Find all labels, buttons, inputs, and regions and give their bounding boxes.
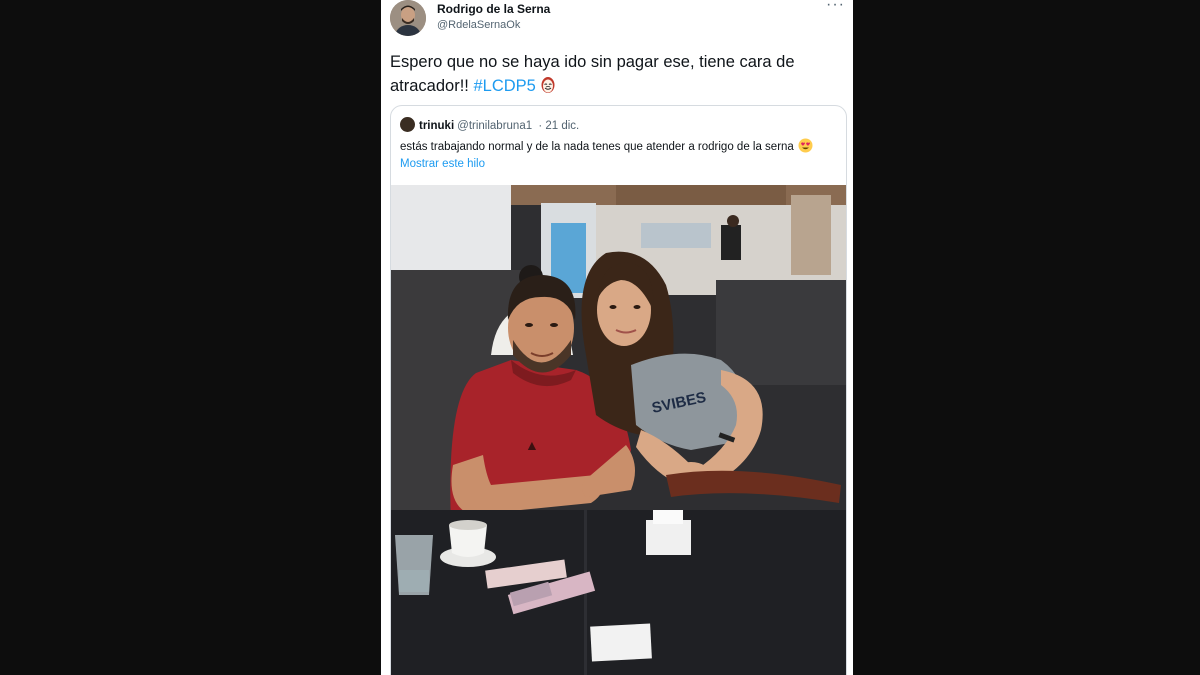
tweet-text-body: Espero que no se haya ido sin pagar ese,… [390, 53, 795, 95]
quoted-text-body: estás trabajando normal y de la nada ten… [400, 141, 794, 153]
more-options-icon[interactable]: ··· [826, 0, 845, 14]
quoted-author-name[interactable]: trinuki [419, 120, 454, 132]
money-heist-mask-icon [540, 76, 556, 94]
tweet-header: Rodrigo de la Serna @RdelaSernaOk ··· [390, 0, 845, 40]
shirt-print: ▲ [525, 437, 539, 453]
author-avatar[interactable] [390, 0, 426, 36]
author-handle[interactable]: @RdelaSernaOk [437, 19, 520, 31]
tweet-card[interactable]: Rodrigo de la Serna @RdelaSernaOk ··· Es… [381, 0, 853, 675]
cafe-photo[interactable]: ▲ SVIBES [391, 185, 846, 675]
quoted-tweet[interactable]: trinuki @trinilabruna1 · 21 dic. estás tr… [390, 105, 847, 675]
quoted-text: estás trabajando normal y de la nada ten… [400, 138, 840, 153]
quoted-date[interactable]: · 21 dic. [538, 120, 579, 132]
quoted-author-handle[interactable]: @trinilabruna1 [457, 120, 532, 132]
hashtag-link[interactable]: #LCDP5 [473, 77, 535, 95]
quoted-avatar[interactable] [400, 117, 415, 132]
author-name[interactable]: Rodrigo de la Serna [437, 2, 550, 16]
tweet-text: Espero que no se haya ido sin pagar ese,… [390, 50, 845, 98]
quoted-header: trinuki @trinilabruna1 · 21 dic. [400, 117, 579, 133]
heart-eyes-icon [798, 138, 813, 153]
show-thread-link[interactable]: Mostrar este hilo [400, 158, 485, 170]
